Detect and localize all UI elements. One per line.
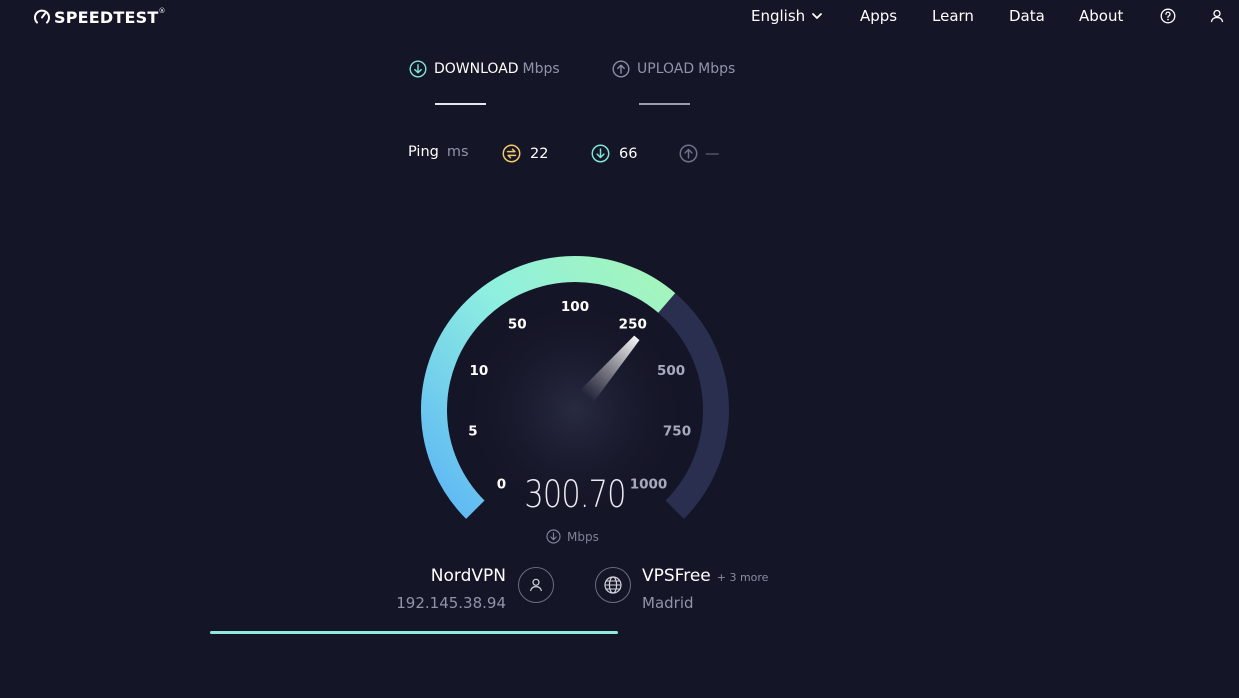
globe-icon (604, 576, 622, 594)
host-avatar[interactable] (595, 567, 631, 603)
host-more-link[interactable]: + 3 more (717, 571, 769, 584)
speed-unit-group: Mbps (546, 529, 599, 544)
isp-ip: 192.145.38.94 (396, 594, 506, 612)
test-progress-fill (210, 631, 618, 634)
gauge-tick-label: 1000 (630, 477, 668, 493)
isp-avatar (518, 567, 554, 603)
test-progress-bar (210, 631, 618, 634)
speed-download-icon (546, 529, 561, 544)
gauge-tick-label: 100 (561, 299, 589, 315)
host-name: VPSFree (642, 566, 711, 586)
host-location: Madrid (642, 594, 694, 612)
gauge-tick-label: 5 (468, 423, 477, 439)
gauge-tick-label: 0 (497, 477, 506, 493)
isp-user-icon (529, 578, 543, 592)
isp-name: NordVPN (430, 566, 506, 586)
speed-value: 300.70 (524, 473, 626, 516)
gauge-tick-label: 500 (657, 363, 685, 379)
speed-unit: Mbps (567, 529, 599, 544)
gauge-tick-label: 250 (619, 317, 647, 333)
gauge-tick-label: 750 (663, 423, 691, 439)
gauge-tick-label: 50 (508, 317, 527, 333)
gauge-tick-label: 10 (470, 363, 489, 379)
host-name-group[interactable]: VPSFree + 3 more (642, 566, 768, 586)
